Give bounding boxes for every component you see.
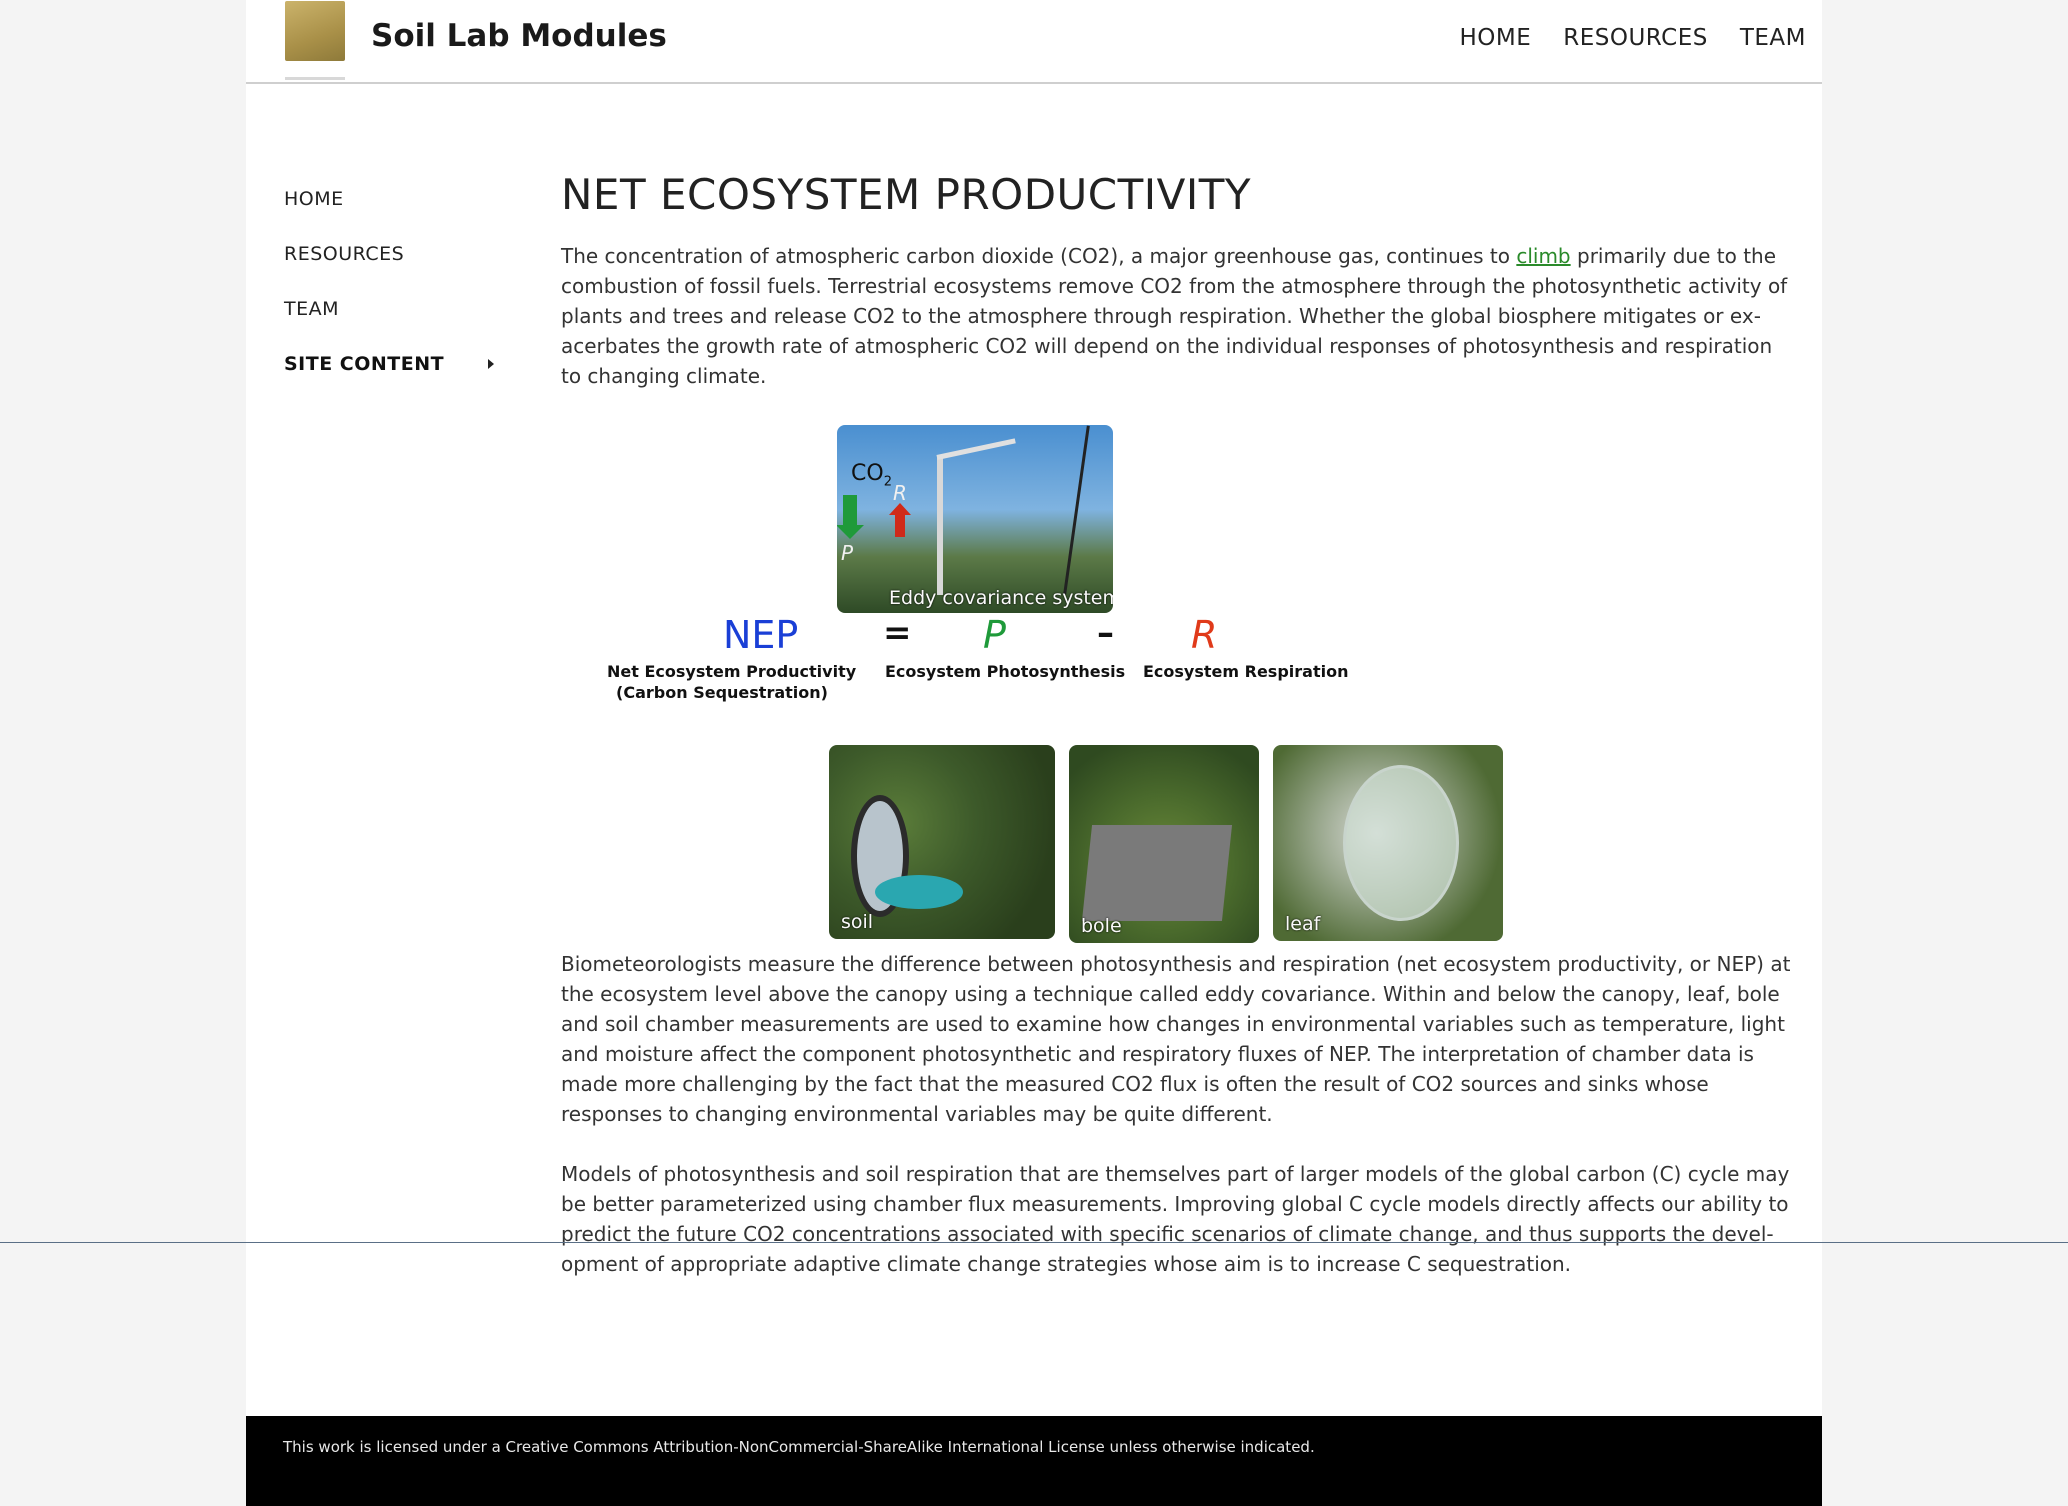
leaf-chamber-photo: leaf <box>1273 745 1503 941</box>
tower-shape <box>937 455 943 595</box>
paragraph-models: Models of photosynthesis and soil respir… <box>561 1162 1790 1276</box>
chamber-bowl-shape <box>875 875 963 909</box>
bole-caption: bole <box>1081 915 1122 937</box>
climb-link[interactable]: climb <box>1516 244 1570 268</box>
co2-label: CO2 <box>851 461 892 489</box>
label-photosynthesis: Ecosystem Photosynthesis <box>885 662 1126 681</box>
leaf-dome-shape <box>1343 765 1459 921</box>
horizontal-divider-line <box>0 1242 2068 1243</box>
page-title: NET ECOSYSTEM PRODUCTIVITY <box>561 170 1252 219</box>
down-arrow-icon <box>837 495 864 539</box>
sidebar-item-home[interactable]: HOME <box>284 186 494 241</box>
sidebar-item-site-content[interactable]: SITE CONTENT <box>284 351 494 406</box>
instrument-box-shape <box>1081 825 1233 921</box>
arrow-r-label: R <box>893 481 907 505</box>
label-nep-line1: Net Ecosystem Productivity <box>607 662 857 681</box>
pole-shape <box>1063 425 1090 595</box>
soil-lab-logo-icon[interactable] <box>285 1 345 61</box>
label-respiration: Ecosystem Respiration <box>1143 662 1349 681</box>
leaf-caption: leaf <box>1285 913 1321 935</box>
eddy-covariance-photo: CO2 R P Eddy covariance system <box>837 425 1113 613</box>
page-container: Soil Lab Modules HOME RESOURCES TEAM HOM… <box>246 0 1822 1506</box>
sidebar-item-team[interactable]: TEAM <box>284 296 494 351</box>
up-arrow-icon <box>889 503 911 537</box>
sidebar-item-resources[interactable]: RESOURCES <box>284 241 494 296</box>
paragraph-biometeorology: Biometeorologists measure the difference… <box>561 952 1791 1126</box>
soil-chamber-photo: soil <box>829 745 1055 939</box>
label-nep-line2: (Carbon Sequestration) <box>616 683 828 702</box>
equation-equals: = <box>883 613 912 653</box>
site-header: Soil Lab Modules HOME RESOURCES TEAM <box>246 0 1822 84</box>
eddy-photo-caption: Eddy covariance system <box>889 587 1113 609</box>
license-text: This work is licensed under a Creative C… <box>283 1438 1315 1456</box>
logo-caption-bar <box>285 77 345 80</box>
soil-caption: soil <box>841 911 874 933</box>
site-footer: This work is licensed under a Creative C… <box>246 1416 1822 1506</box>
equation-r: R <box>1191 613 1218 657</box>
top-nav-resources[interactable]: RESOURCES <box>1563 25 1708 51</box>
top-nav: HOME RESOURCES TEAM <box>1459 25 1806 51</box>
co2-subscript: 2 <box>883 474 892 490</box>
equation-minus: – <box>1097 613 1114 653</box>
sidebar-nav: HOME RESOURCES TEAM SITE CONTENT <box>284 186 494 406</box>
co2-text: CO <box>851 461 884 486</box>
equation-nep: NEP <box>723 613 799 657</box>
main-content: NET ECOSYSTEM PRODUCTIVITY The concentra… <box>561 170 1791 1279</box>
intro-text-before: The concentration of atmospheric carbon … <box>561 244 1517 268</box>
top-nav-team[interactable]: TEAM <box>1740 25 1806 51</box>
equation-p: P <box>983 613 1006 657</box>
intro-paragraph: The concentration of atmospheric carbon … <box>561 241 1791 391</box>
nep-figure: CO2 R P Eddy covariance system NEP = P –… <box>561 401 1791 949</box>
top-nav-home[interactable]: HOME <box>1459 25 1531 51</box>
site-title[interactable]: Soil Lab Modules <box>371 18 667 54</box>
boom-shape <box>936 438 1016 460</box>
sidebar-item-site-content-label: SITE CONTENT <box>284 353 445 375</box>
caret-right-icon[interactable] <box>488 359 494 369</box>
arrow-p-label: P <box>841 541 854 565</box>
bole-chamber-photo: bole <box>1069 745 1259 943</box>
label-nep: Net Ecosystem Productivity (Carbon Seque… <box>607 661 857 703</box>
